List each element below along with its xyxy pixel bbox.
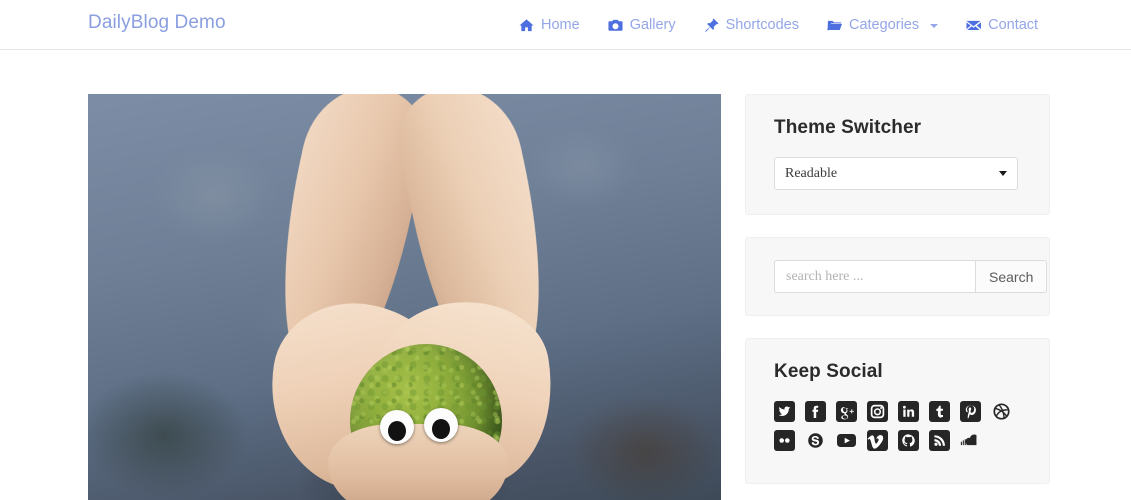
page-container: Theme Switcher Readable Search Keep Soci… (0, 50, 1131, 500)
skype-icon[interactable] (805, 430, 826, 451)
photo-googly-eye-left (380, 410, 414, 444)
home-icon (519, 18, 534, 33)
widget-keep-social: Keep Social (745, 338, 1050, 484)
brand-logo[interactable]: DailyBlog Demo (88, 12, 226, 34)
flickr-icon[interactable] (774, 430, 795, 451)
search-group: Search (774, 260, 1018, 293)
search-button[interactable]: Search (975, 260, 1047, 293)
linkedin-icon[interactable] (898, 401, 919, 422)
nav-label-shortcodes: Shortcodes (726, 17, 799, 33)
nav-label-gallery: Gallery (630, 17, 676, 33)
dribbble-icon[interactable] (991, 401, 1012, 422)
twitter-icon[interactable] (774, 401, 795, 422)
facebook-icon[interactable] (805, 401, 826, 422)
pinterest-icon[interactable] (960, 401, 981, 422)
google-plus-icon[interactable] (836, 401, 857, 422)
nav-item-home[interactable]: Home (505, 0, 594, 50)
nav-item-gallery[interactable]: Gallery (594, 0, 690, 50)
theme-select-value: Readable (785, 166, 837, 182)
nav-label-contact: Contact (988, 17, 1038, 33)
nav-label-categories: Categories (849, 17, 919, 33)
soundcloud-icon[interactable] (960, 430, 981, 451)
folder-icon (827, 18, 842, 33)
envelope-icon (966, 18, 981, 33)
github-icon[interactable] (898, 430, 919, 451)
theme-select[interactable]: Readable (774, 157, 1018, 190)
widget-search: Search (745, 237, 1050, 316)
search-input[interactable] (774, 260, 975, 293)
tumblr-icon[interactable] (929, 401, 950, 422)
chevron-down-icon (930, 24, 938, 28)
rss-icon[interactable] (929, 430, 950, 451)
main-navigation: Home Gallery Shortcodes Categories Co (505, 0, 1052, 50)
instagram-icon[interactable] (867, 401, 888, 422)
thumbtack-icon (704, 18, 719, 33)
site-header: DailyBlog Demo Home Gallery Shortcodes C… (0, 0, 1131, 50)
nav-item-categories[interactable]: Categories (813, 0, 952, 50)
social-row-1 (774, 401, 1021, 422)
vimeo-icon[interactable] (867, 430, 888, 451)
keep-social-title: Keep Social (774, 361, 1021, 383)
social-row-2 (774, 430, 1021, 451)
widget-theme-switcher: Theme Switcher Readable (745, 94, 1050, 215)
post-featured-image[interactable] (88, 94, 721, 500)
youtube-icon[interactable] (836, 430, 857, 451)
nav-label-home: Home (541, 17, 580, 33)
nav-item-contact[interactable]: Contact (952, 0, 1052, 50)
photo-hands-moss (88, 94, 721, 500)
social-icon-grid (774, 401, 1021, 451)
sidebar: Theme Switcher Readable Search Keep Soci… (745, 94, 1050, 500)
camera-icon (608, 18, 623, 33)
photo-fingers (328, 424, 508, 500)
theme-switcher-title: Theme Switcher (774, 117, 1021, 139)
nav-item-shortcodes[interactable]: Shortcodes (690, 0, 813, 50)
chevron-down-icon (999, 171, 1007, 176)
photo-googly-eye-right (424, 408, 458, 442)
